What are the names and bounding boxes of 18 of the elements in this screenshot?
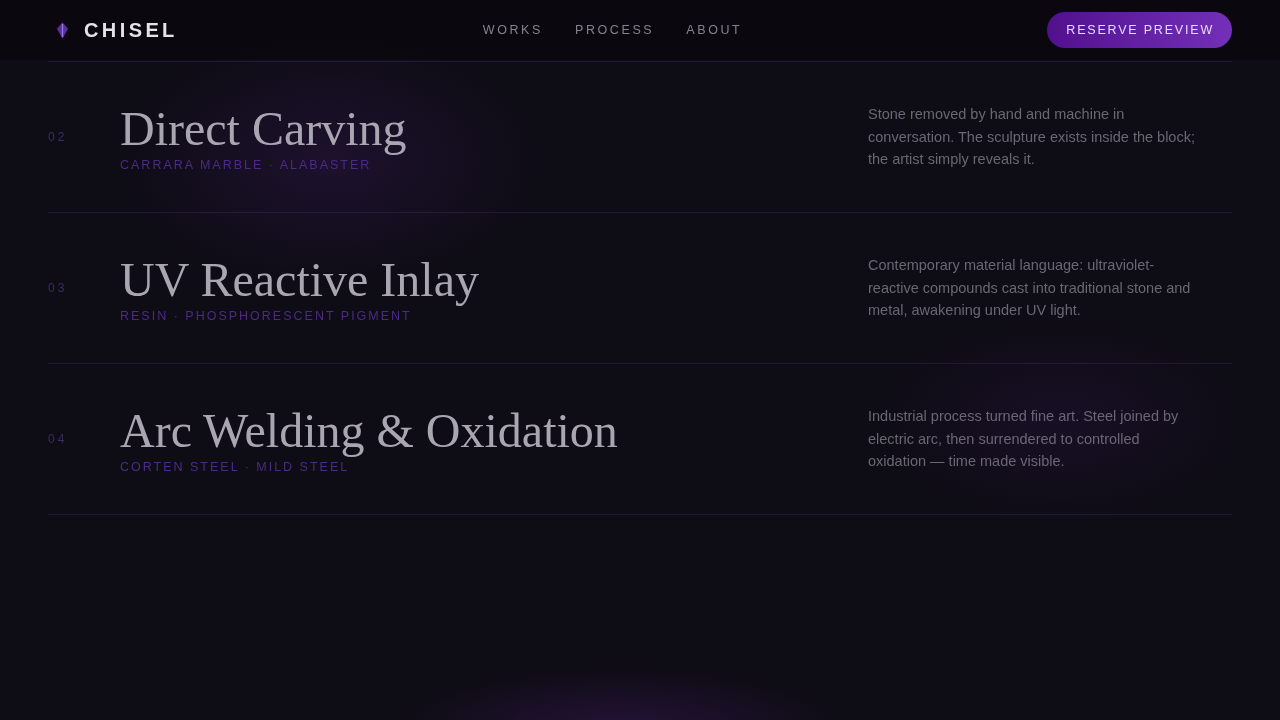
materials-label: RESIN · PHOSPHORESCENT PIGMENT bbox=[120, 309, 412, 323]
row-number: 03 bbox=[48, 281, 69, 295]
materials-label: CORTEN STEEL · MILD STEEL bbox=[120, 460, 350, 474]
nav-link[interactable]: ABOUT bbox=[686, 23, 743, 37]
materials-label: CARRARA MARBLE · ALABASTER bbox=[120, 158, 372, 172]
nav-link[interactable]: WORKS bbox=[482, 23, 543, 37]
process-description: Contemporary material language: ultraviolet-reactive compounds cast into traditional stone and metal, awakening under UV light. bbox=[868, 256, 1192, 321]
process-title: UV Reactive Inlay bbox=[120, 253, 479, 307]
row-number: 04 bbox=[48, 432, 69, 446]
logo-text: CHISEL bbox=[84, 18, 178, 42]
process-title: Direct Carving bbox=[120, 102, 407, 156]
process-title: Arc Welding & Oxidation bbox=[120, 404, 618, 458]
reserve-button[interactable]: RESERVE PREVIEW bbox=[1047, 12, 1232, 48]
process-description: Stone removed by hand and machine in conversation. The sculpture exists inside the block; the artist simply reveals it. bbox=[868, 105, 1196, 170]
gem-icon bbox=[56, 21, 69, 39]
row-number: 02 bbox=[48, 130, 69, 144]
nav-link[interactable]: PROCESS bbox=[574, 23, 655, 37]
process-description: Industrial process turned fine art. Steel joined by electric arc, then surrendered to controlled oxidation — time made visible. bbox=[868, 407, 1180, 472]
